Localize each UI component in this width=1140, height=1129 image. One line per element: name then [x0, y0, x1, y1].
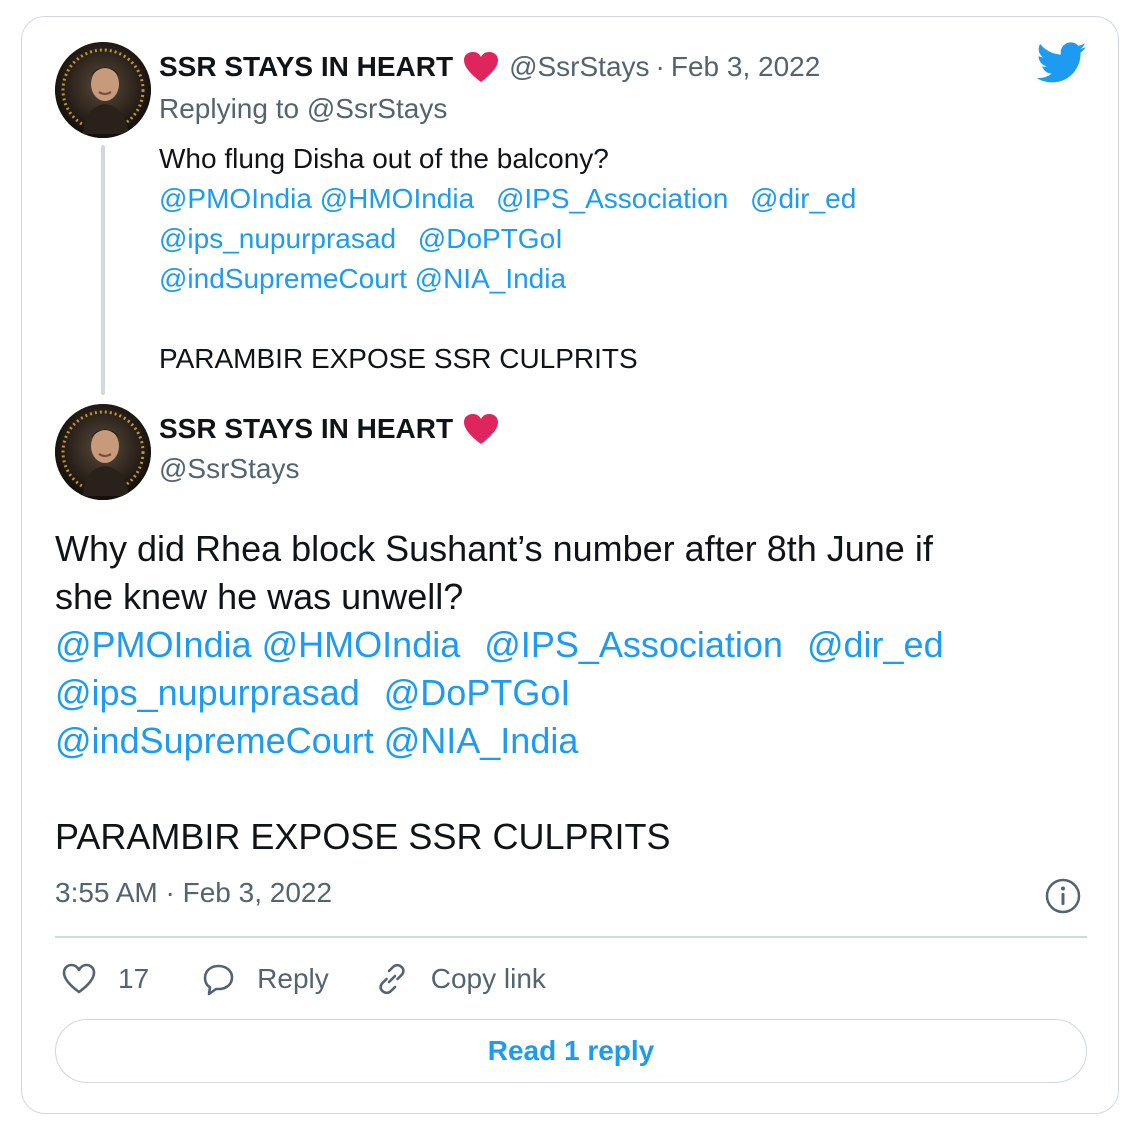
main-tweet-author: SSR STAYS IN HEART	[159, 409, 499, 449]
tweet-timestamp[interactable]: 3:55 AM · Feb 3, 2022	[55, 877, 332, 909]
divider	[55, 936, 1087, 938]
speech-bubble-icon	[203, 964, 234, 996]
mention-link[interactable]: @HMOIndia	[320, 183, 474, 214]
parent-tweet-text: Who flung Disha out of the balcony? @PMO…	[159, 139, 1019, 379]
reply-button[interactable]: Reply	[199, 960, 329, 998]
main-tweet-text: Why did Rhea block Sushant’s number afte…	[55, 525, 1065, 861]
display-name[interactable]: SSR STAYS IN HEART	[159, 51, 453, 83]
info-icon[interactable]	[1044, 877, 1082, 915]
like-button[interactable]: 17	[60, 960, 149, 998]
mention-link[interactable]: @ips_nupurprasad	[159, 223, 396, 254]
tweet-embed-card: SSR STAYS IN HEART @SsrStays · Feb 3, 20…	[21, 16, 1119, 1114]
mention-link[interactable]: @IPS_Association	[484, 624, 783, 665]
replying-prefix: Replying to	[159, 93, 300, 124]
mention-link[interactable]: @IPS_Association	[496, 183, 728, 214]
mention-link[interactable]: @indSupremeCourt	[55, 720, 374, 761]
heart-outline-icon	[62, 963, 96, 994]
read-replies-button[interactable]: Read 1 reply	[55, 1019, 1087, 1083]
main-text-line: PARAMBIR EXPOSE SSR CULPRITS	[55, 816, 671, 857]
separator-dot: ·	[165, 877, 175, 908]
tweet-time: 3:55 AM	[55, 877, 158, 908]
action-bar: 17 Reply Copy link	[60, 957, 546, 1001]
tweet-date[interactable]: Feb 3, 2022	[671, 51, 820, 83]
mention-link[interactable]: @DoPTGoI	[418, 223, 563, 254]
copy-link-button[interactable]: Copy link	[373, 960, 546, 998]
mention-link[interactable]: @NIA_India	[384, 720, 579, 761]
twitter-bird-icon[interactable]	[1037, 41, 1087, 85]
mention-link[interactable]: @indSupremeCourt	[159, 263, 407, 294]
parent-tweet-header: SSR STAYS IN HEART @SsrStays · Feb 3, 20…	[159, 47, 820, 87]
display-name[interactable]: SSR STAYS IN HEART	[159, 413, 453, 445]
user-handle[interactable]: @SsrStays	[159, 453, 299, 485]
red-heart-icon	[464, 52, 499, 82]
replying-to-mention[interactable]: @SsrStays	[307, 93, 447, 124]
mention-link[interactable]: @NIA_India	[415, 263, 566, 294]
link-icon	[379, 963, 405, 995]
avatar[interactable]	[55, 404, 151, 500]
replying-to-line: Replying to @SsrStays	[159, 93, 447, 125]
parent-text-line: Who flung Disha out of the balcony?	[159, 143, 609, 174]
tweet-date: Feb 3, 2022	[182, 877, 333, 908]
mention-link[interactable]: @dir_ed	[807, 624, 944, 665]
mention-link[interactable]: @ips_nupurprasad	[55, 672, 360, 713]
copy-link-label: Copy link	[430, 963, 546, 994]
main-text-line: she knew he was unwell?	[55, 576, 464, 617]
separator-dot: ·	[655, 51, 665, 82]
avatar[interactable]	[55, 42, 151, 138]
mention-link[interactable]: @DoPTGoI	[384, 672, 571, 713]
mention-link[interactable]: @PMOIndia	[55, 624, 252, 665]
like-count: 17	[118, 963, 150, 994]
main-text-line: Why did Rhea block Sushant’s number afte…	[55, 528, 933, 569]
parent-text-line: PARAMBIR EXPOSE SSR CULPRITS	[159, 343, 638, 374]
red-heart-icon	[464, 414, 499, 444]
mention-link[interactable]: @HMOIndia	[262, 624, 461, 665]
reply-label: Reply	[257, 963, 329, 994]
user-handle[interactable]: @SsrStays	[509, 51, 649, 83]
thread-connector-line	[101, 145, 105, 395]
mention-link[interactable]: @PMOIndia	[159, 183, 312, 214]
mention-link[interactable]: @dir_ed	[750, 183, 856, 214]
